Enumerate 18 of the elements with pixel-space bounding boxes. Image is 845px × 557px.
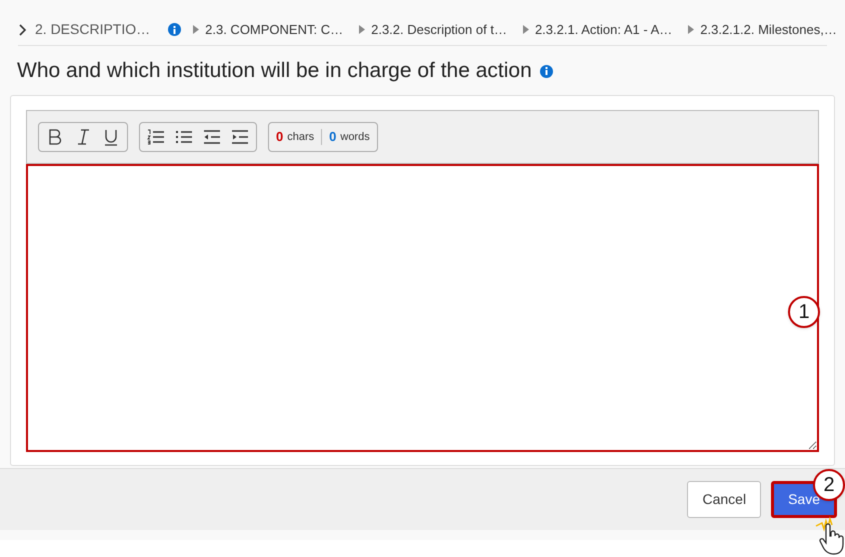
- section-heading: Who and which institution will be in charge of the action: [17, 58, 532, 84]
- words-count: 0: [329, 128, 336, 146]
- breadcrumb-link[interactable]: 2.3.2. Description of t…: [371, 20, 507, 40]
- breadcrumb-link[interactable]: 2.3.2.1.2. Milestones,…: [700, 20, 837, 40]
- info-icon[interactable]: [540, 64, 553, 78]
- chevron-icon[interactable]: [18, 24, 27, 36]
- words-label: words: [340, 130, 370, 145]
- breadcrumb-link[interactable]: 2. DESCRIPTIO…: [35, 19, 150, 40]
- breadcrumb-link[interactable]: 2.3.2.1. Action: A1 - A…: [534, 20, 672, 40]
- cancel-button[interactable]: Cancel: [687, 481, 762, 518]
- triangle-icon: [193, 25, 200, 34]
- info-icon[interactable]: [168, 23, 182, 36]
- triangle-icon: [522, 25, 529, 34]
- chars-count: 0: [276, 128, 284, 146]
- triangle-icon: [359, 25, 366, 34]
- triangle-icon: [688, 25, 694, 34]
- breadcrumb-link[interactable]: 2.3. COMPONENT: C…: [205, 20, 344, 40]
- chars-label: chars: [287, 130, 314, 145]
